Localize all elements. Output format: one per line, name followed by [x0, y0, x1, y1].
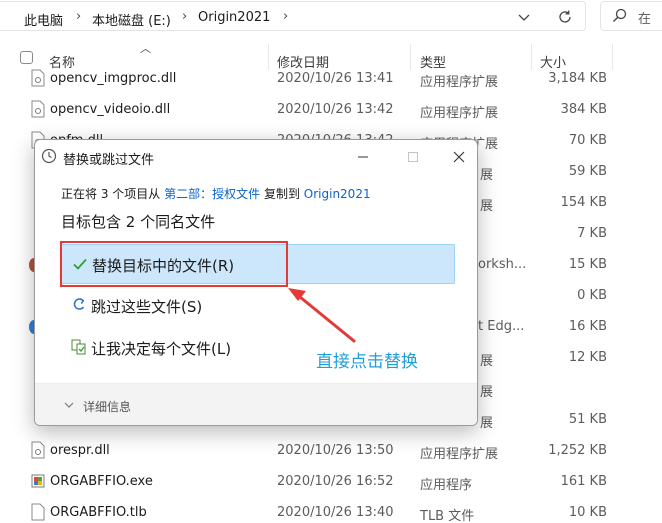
highlight-box: [60, 241, 288, 287]
file-date: 2020/10/26 13:42: [277, 102, 394, 117]
copy-status: 正在将 3 个项目从 第二部：授权文件 复制到 Origin2021: [61, 185, 371, 202]
breadcrumb-separator-icon: ›: [76, 9, 82, 24]
file-size: 384 KB: [560, 102, 607, 117]
file-size: 12 KB: [568, 350, 607, 365]
file-type: 应用程序: [420, 478, 473, 493]
breadcrumb-local-disk[interactable]: 本地磁盘 (E:): [92, 10, 171, 29]
file-type: orksh...: [478, 257, 527, 272]
search-placeholder: 在: [638, 12, 652, 27]
clock-icon: [41, 148, 57, 164]
search-icon: [613, 8, 627, 22]
annotation-label: 直接点击替换: [316, 352, 418, 372]
file-row[interactable]: ORGABFFIO.exe 2020/10/26 16:52 应用程序 161 …: [0, 466, 662, 497]
status-mid: 复制到: [263, 187, 300, 201]
file-type: 应用程序扩展: [420, 75, 499, 90]
status-prefix: 正在将 3 个项目从: [61, 187, 161, 201]
file-size: 154 KB: [560, 195, 607, 210]
skip-files-label: 跳过这些文件(S): [91, 298, 203, 316]
file-size: 10 KB: [568, 505, 607, 520]
file-row[interactable]: opencv_imgproc.dll 2020/10/26 13:41 应用程序…: [0, 63, 662, 94]
skip-files-option[interactable]: 跳过这些文件(S): [61, 286, 455, 326]
file-row[interactable]: ORGABFFIO.tlb 2020/10/26 13:40 TLB 文件 10…: [0, 497, 662, 523]
dialog-title: 替换或跳过文件: [63, 153, 155, 168]
file-name: opencv_imgproc.dll: [50, 71, 177, 86]
more-details-toggle[interactable]: 详细信息: [83, 398, 131, 415]
skip-arrow-icon: [73, 298, 85, 310]
breadcrumb-separator-icon: ›: [283, 9, 289, 24]
breadcrumb-separator-icon: ›: [182, 9, 188, 24]
file-size: 51 KB: [568, 412, 607, 427]
search-box[interactable]: [600, 1, 662, 31]
file-size: 7 KB: [577, 226, 607, 241]
maximize-icon[interactable]: [401, 145, 425, 169]
breadcrumb-origin2021[interactable]: Origin2021: [198, 10, 270, 25]
file-icon: [31, 503, 45, 521]
file-row[interactable]: orespr.dll 2020/10/26 13:50 应用程序扩展 1,252…: [0, 435, 662, 466]
refresh-icon[interactable]: [556, 8, 574, 26]
file-type: 展: [480, 168, 494, 183]
file-type: 应用程序扩展: [420, 447, 499, 462]
file-size: 1,252 KB: [548, 443, 607, 458]
decide-files-icon: [71, 339, 86, 355]
chevron-down-icon[interactable]: [63, 399, 75, 411]
dialog-footer: 详细信息: [35, 383, 477, 425]
file-type: 展: [480, 354, 494, 369]
file-row[interactable]: opencv_videoio.dll 2020/10/26 13:42 应用程序…: [0, 94, 662, 125]
chevron-down-icon[interactable]: [516, 9, 532, 25]
file-type: 应用程序扩展: [420, 106, 499, 121]
destination-folder-link[interactable]: Origin2021: [304, 187, 371, 201]
file-size: 16 KB: [568, 319, 607, 334]
file-size: 59 KB: [568, 164, 607, 179]
file-date: 2020/10/26 13:41: [277, 71, 394, 86]
file-type: t Edg...: [478, 319, 525, 334]
file-type: 展: [480, 199, 494, 214]
breadcrumb-this-pc[interactable]: 此电脑: [24, 10, 63, 29]
dll-file-icon: [31, 100, 45, 118]
file-type: 展: [480, 385, 494, 400]
minimize-icon[interactable]: [351, 145, 375, 169]
dll-file-icon: [31, 441, 45, 459]
dll-file-icon: [31, 69, 45, 87]
file-date: 2020/10/26 16:52: [277, 474, 394, 489]
file-type: TLB 文件: [420, 509, 475, 523]
file-name: orespr.dll: [50, 443, 110, 458]
file-date: 2020/10/26 13:50: [277, 443, 394, 458]
file-size: 0 KB: [577, 288, 607, 303]
breadcrumb[interactable]: 此电脑 › 本地磁盘 (E:) › Origin2021 ›: [0, 1, 586, 31]
close-icon[interactable]: [447, 145, 471, 169]
exe-file-icon: [31, 474, 45, 488]
decide-each-file-label: 让我决定每个文件(L): [91, 340, 232, 358]
file-date: 2020/10/26 13:40: [277, 505, 394, 520]
address-bar: 此电脑 › 本地磁盘 (E:) › Origin2021 › 在: [0, 0, 662, 34]
file-name: ORGABFFIO.tlb: [50, 505, 147, 520]
file-size: 161 KB: [560, 474, 607, 489]
file-size: 70 KB: [568, 133, 607, 148]
file-name: ORGABFFIO.exe: [50, 474, 153, 489]
file-size: 3,184 KB: [548, 71, 607, 86]
dialog-heading: 目标包含 2 个同名文件: [61, 213, 216, 231]
file-type: 展: [480, 416, 494, 431]
file-name: opencv_videoio.dll: [50, 102, 171, 117]
source-folder-link[interactable]: 第二部：授权文件: [164, 187, 260, 201]
file-size: 15 KB: [568, 257, 607, 272]
